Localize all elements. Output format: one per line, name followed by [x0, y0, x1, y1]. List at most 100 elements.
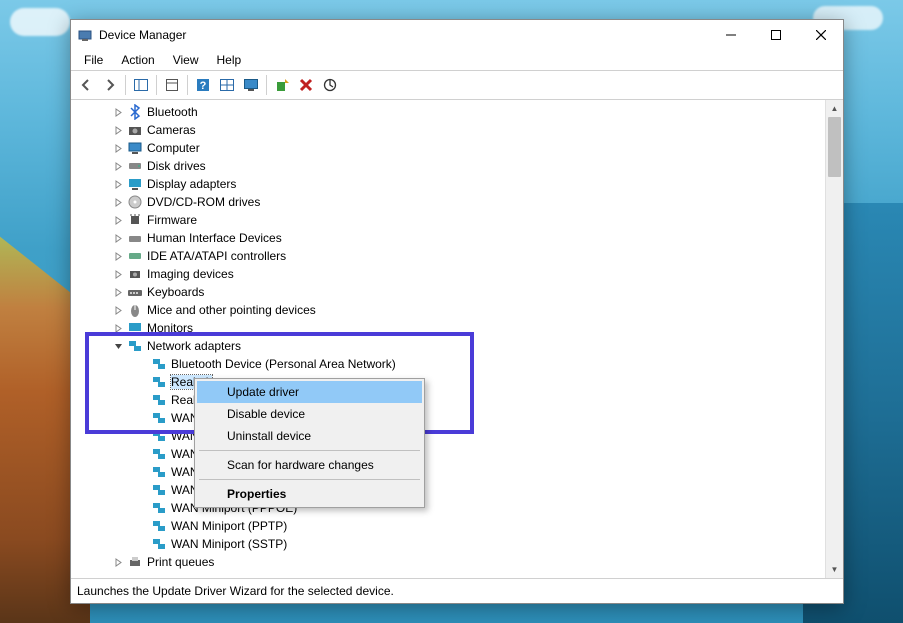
chevron-right-icon[interactable] — [111, 555, 125, 569]
scroll-up-button[interactable]: ▲ — [826, 100, 843, 117]
network-adapter-icon — [151, 428, 167, 444]
context-separator — [199, 479, 420, 480]
printer-icon — [127, 554, 143, 570]
tree-node-bluetooth[interactable]: Bluetooth — [71, 103, 826, 121]
vertical-scrollbar[interactable]: ▲ ▼ — [825, 100, 843, 578]
network-adapter-icon — [151, 374, 167, 390]
toolbar: ? — [71, 71, 843, 100]
monitor-icon[interactable] — [240, 74, 262, 96]
update-driver-icon[interactable] — [271, 74, 293, 96]
chevron-right-icon[interactable] — [111, 285, 125, 299]
chevron-right-icon[interactable] — [111, 123, 125, 137]
chevron-right-icon[interactable] — [111, 303, 125, 317]
menu-view[interactable]: View — [165, 52, 207, 69]
menubar: File Action View Help — [71, 50, 843, 71]
scroll-down-button[interactable]: ▼ — [826, 561, 843, 578]
show-hidden-button[interactable] — [216, 74, 238, 96]
close-button[interactable] — [798, 21, 843, 49]
tree-node-wan1[interactable]: WAN M — [71, 409, 826, 427]
dvd-icon — [127, 194, 143, 210]
chevron-right-icon[interactable] — [111, 231, 125, 245]
tree-view[interactable]: Bluetooth Cameras Computer Disk drives D — [71, 100, 843, 578]
scan-hardware-icon[interactable] — [319, 74, 341, 96]
context-disable-device[interactable]: Disable device — [197, 403, 422, 425]
chevron-right-icon[interactable] — [111, 105, 125, 119]
status-bar: Launches the Update Driver Wizard for th… — [71, 578, 843, 603]
properties-button[interactable] — [161, 74, 183, 96]
tree-node-wan4[interactable]: WAN M — [71, 463, 826, 481]
tree-node-wan-pppoe[interactable]: WAN Miniport (PPPOE) — [71, 499, 826, 517]
tree-node-mice[interactable]: Mice and other pointing devices — [71, 301, 826, 319]
network-icon — [127, 338, 143, 354]
network-adapter-icon — [151, 536, 167, 552]
chevron-down-icon[interactable] — [111, 339, 125, 353]
maximize-button[interactable] — [753, 21, 798, 49]
imaging-icon — [127, 266, 143, 282]
forward-button[interactable] — [99, 74, 121, 96]
app-icon — [77, 27, 93, 43]
network-adapter-icon — [151, 410, 167, 426]
tree-node-firmware[interactable]: Firmware — [71, 211, 826, 229]
titlebar[interactable]: Device Manager — [71, 20, 843, 50]
menu-help[interactable]: Help — [209, 52, 250, 69]
tree-node-wan5[interactable]: WAN M — [71, 481, 826, 499]
tree-node-cameras[interactable]: Cameras — [71, 121, 826, 139]
tree-node-monitors[interactable]: Monitors — [71, 319, 826, 337]
tree-node-ide[interactable]: IDE ATA/ATAPI controllers — [71, 247, 826, 265]
uninstall-icon[interactable] — [295, 74, 317, 96]
network-adapter-icon — [151, 464, 167, 480]
tree-node-hid[interactable]: Human Interface Devices — [71, 229, 826, 247]
back-button[interactable] — [75, 74, 97, 96]
context-properties[interactable]: Properties — [197, 483, 422, 505]
device-manager-window: Device Manager File Action View Help ? — [70, 19, 844, 604]
tree-node-keyboards[interactable]: Keyboards — [71, 283, 826, 301]
context-separator — [199, 450, 420, 451]
tree-node-print-queues[interactable]: Print queues — [71, 553, 826, 571]
computer-icon — [127, 140, 143, 156]
mouse-icon — [127, 302, 143, 318]
chevron-right-icon[interactable] — [111, 159, 125, 173]
context-uninstall-device[interactable]: Uninstall device — [197, 425, 422, 447]
chevron-right-icon[interactable] — [111, 213, 125, 227]
chevron-right-icon[interactable] — [111, 321, 125, 335]
tree-node-realtek1[interactable]: Realtek — [71, 373, 826, 391]
context-update-driver[interactable]: Update driver — [197, 381, 422, 403]
tree-node-network-adapters[interactable]: Network adapters — [71, 337, 826, 355]
camera-icon — [127, 122, 143, 138]
tree-node-dvd[interactable]: DVD/CD-ROM drives — [71, 193, 826, 211]
minimize-button[interactable] — [708, 21, 753, 49]
tree-node-display[interactable]: Display adapters — [71, 175, 826, 193]
bluetooth-icon — [127, 104, 143, 120]
keyboard-icon — [127, 284, 143, 300]
menu-action[interactable]: Action — [113, 52, 162, 69]
tree-node-wan3[interactable]: WAN M — [71, 445, 826, 463]
chevron-right-icon[interactable] — [111, 177, 125, 191]
help-button[interactable]: ? — [192, 74, 214, 96]
tree-node-computer[interactable]: Computer — [71, 139, 826, 157]
network-adapter-icon — [151, 356, 167, 372]
ide-icon — [127, 248, 143, 264]
network-adapter-icon — [151, 482, 167, 498]
network-adapter-icon — [151, 446, 167, 462]
display-icon — [127, 176, 143, 192]
tree-node-imaging[interactable]: Imaging devices — [71, 265, 826, 283]
tree-node-wan-pptp[interactable]: WAN Miniport (PPTP) — [71, 517, 826, 535]
context-scan-hardware[interactable]: Scan for hardware changes — [197, 454, 422, 476]
tree-node-wan2[interactable]: WAN M — [71, 427, 826, 445]
chevron-right-icon[interactable] — [111, 141, 125, 155]
status-text: Launches the Update Driver Wizard for th… — [77, 584, 394, 598]
firmware-icon — [127, 212, 143, 228]
chevron-right-icon[interactable] — [111, 249, 125, 263]
tree-node-realtek2[interactable]: Realtek — [71, 391, 826, 409]
disk-icon — [127, 158, 143, 174]
network-adapter-icon — [151, 392, 167, 408]
tree-node-bt-device[interactable]: Bluetooth Device (Personal Area Network) — [71, 355, 826, 373]
show-hide-tree-button[interactable] — [130, 74, 152, 96]
chevron-right-icon[interactable] — [111, 267, 125, 281]
tree-node-disk-drives[interactable]: Disk drives — [71, 157, 826, 175]
scroll-thumb[interactable] — [828, 117, 841, 177]
menu-file[interactable]: File — [76, 52, 111, 69]
tree-node-wan-sstp[interactable]: WAN Miniport (SSTP) — [71, 535, 826, 553]
svg-text:?: ? — [200, 80, 207, 92]
chevron-right-icon[interactable] — [111, 195, 125, 209]
